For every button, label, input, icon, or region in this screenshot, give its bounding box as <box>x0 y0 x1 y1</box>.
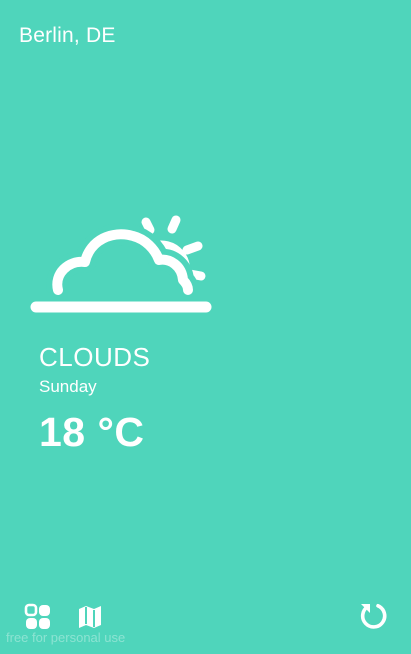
weather-screen: Berlin, DE CLOUDS Sunday 18 °C free for … <box>0 0 411 654</box>
map-button[interactable] <box>76 603 104 631</box>
watermark-text: free for personal use <box>6 630 126 645</box>
weather-day: Sunday <box>39 377 97 396</box>
cloud-sun-icon <box>30 215 212 313</box>
weather-condition: CLOUDS <box>39 342 151 372</box>
refresh-icon <box>360 604 387 629</box>
map-icon <box>79 606 101 628</box>
refresh-button[interactable] <box>357 600 389 632</box>
grid-icon <box>24 603 50 629</box>
location-label: Berlin, DE <box>19 24 116 47</box>
temperature: 18 °C <box>39 409 145 455</box>
grid-button[interactable] <box>24 603 52 631</box>
